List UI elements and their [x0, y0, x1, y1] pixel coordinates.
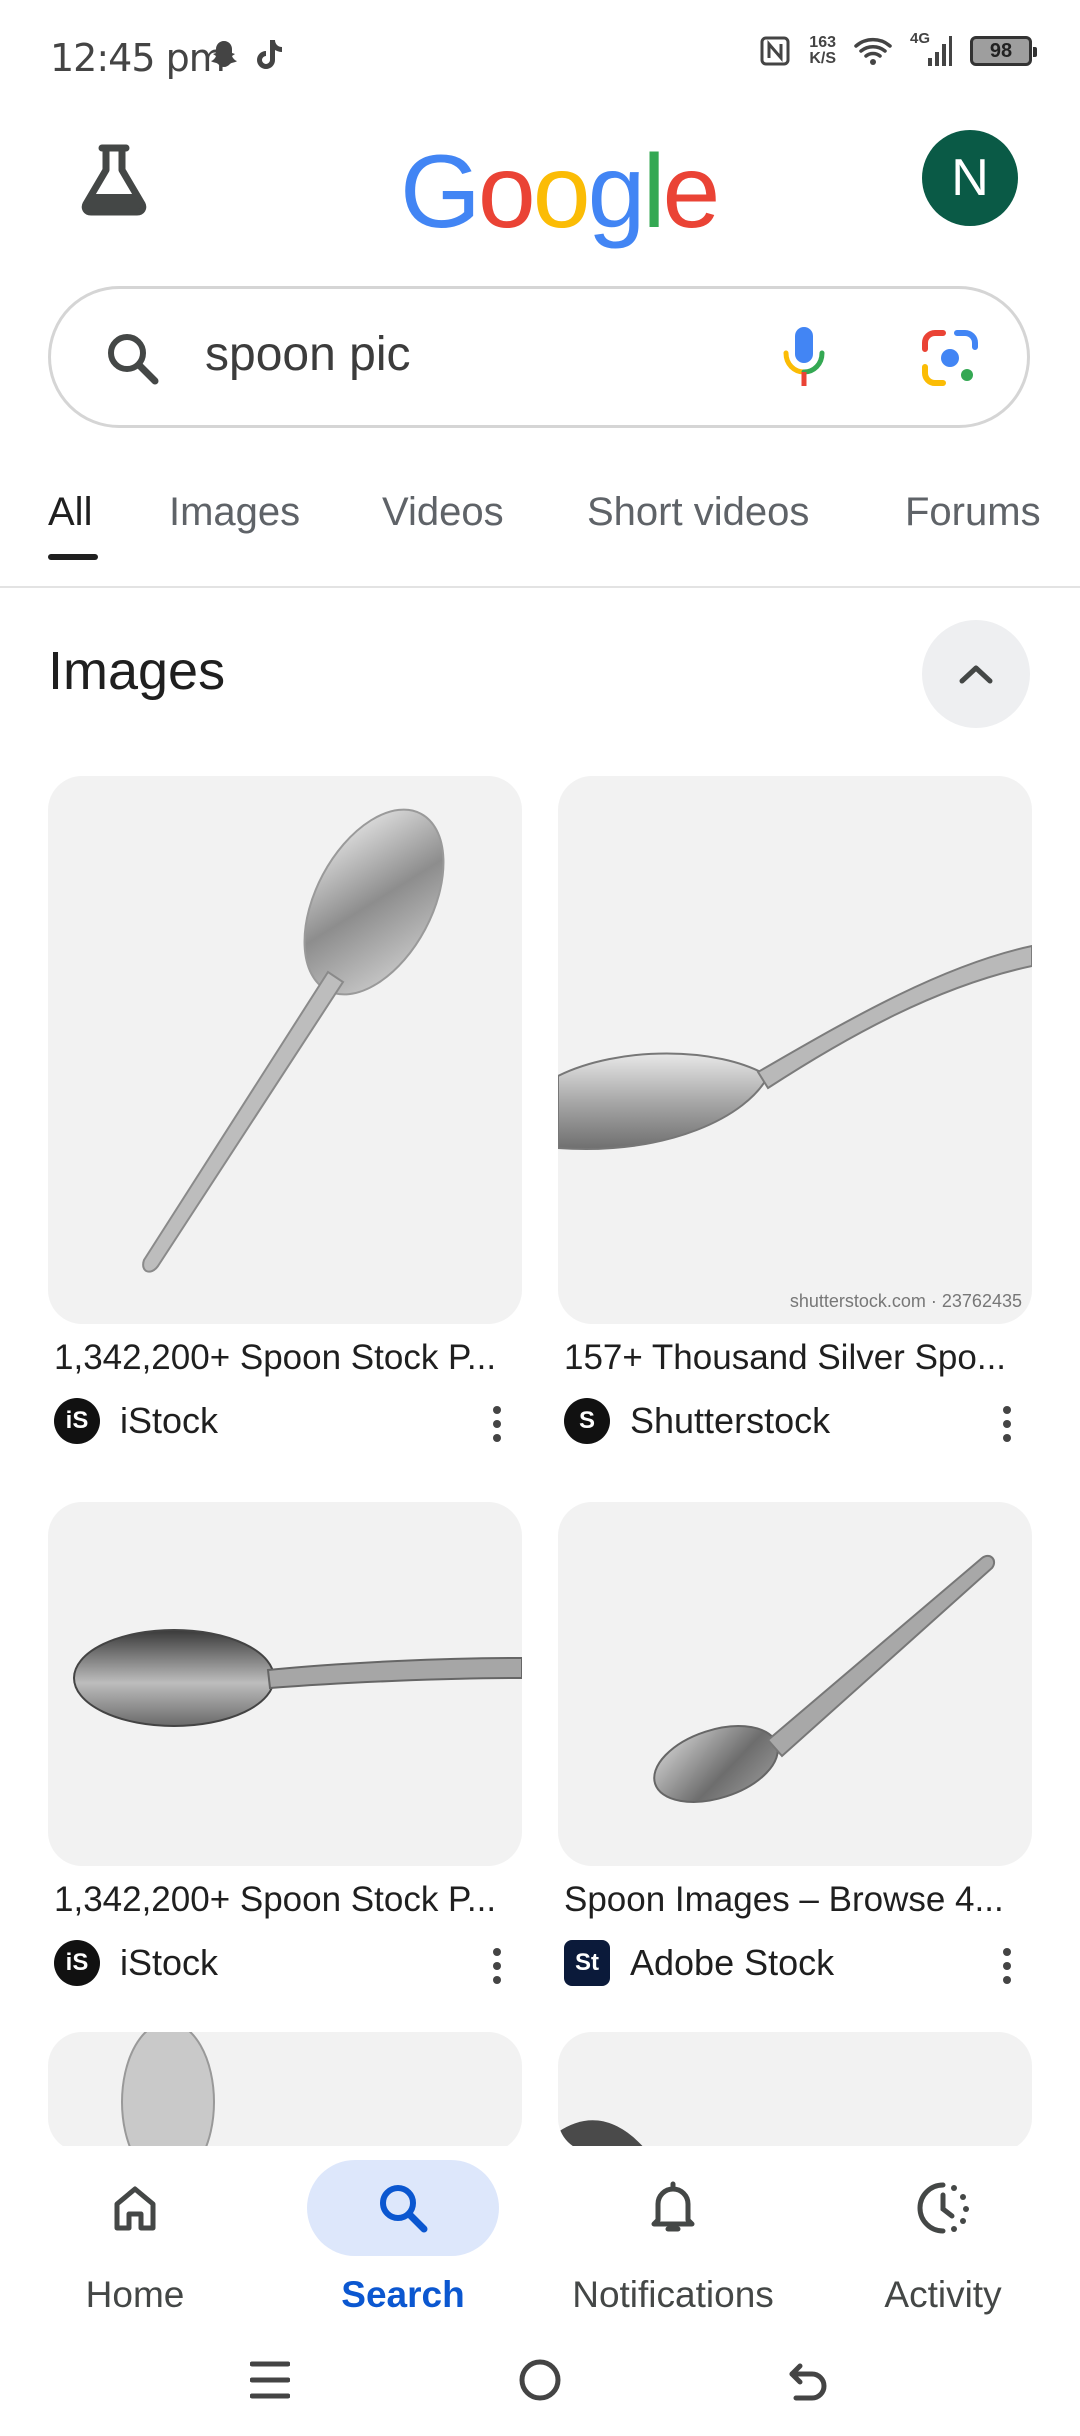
result-title[interactable]: 1,342,200+ Spoon Stock P... — [48, 1338, 522, 1378]
search-input[interactable]: spoon pic — [205, 327, 410, 382]
labs-flask-icon[interactable] — [74, 138, 154, 218]
logo-letter: l — [642, 134, 665, 250]
istock-logo-icon: iS — [54, 1940, 100, 1986]
cell-signal-icon: 4G — [910, 30, 952, 68]
result-thumbnail[interactable]: shutterstock.com · 2376243​5 — [558, 776, 1032, 1324]
status-time: 12:45 pm — [50, 36, 226, 80]
source-name: Adobe Stock — [630, 1942, 835, 1983]
spoon-image — [121, 2032, 215, 2152]
logo-letter: e — [662, 134, 721, 250]
collapse-button[interactable] — [922, 620, 1030, 728]
source-name: Shutterstock — [630, 1400, 831, 1441]
nav-home-pill — [39, 2160, 231, 2256]
logo-letter: o — [532, 134, 591, 250]
adobe-stock-logo-icon: St — [564, 1940, 610, 1986]
system-navigation-bar — [0, 2336, 1080, 2436]
status-right-icons: 163 K/S 4G 98 — [759, 30, 1037, 68]
result-source: St Adobe Stock — [558, 1940, 1032, 1986]
result-title[interactable]: Spoon Images – Browse 4... — [558, 1880, 1032, 1920]
source-name: iStock — [120, 1400, 219, 1441]
image-watermark: shutterstock.com · 2376243​5 — [789, 1291, 1022, 1311]
tab-images[interactable]: Images — [169, 490, 300, 535]
shutterstock-logo-icon: S — [564, 1398, 610, 1444]
tab-videos[interactable]: Videos — [382, 490, 504, 535]
tab-forums[interactable]: Forums — [905, 490, 1041, 535]
account-avatar[interactable]: N — [922, 130, 1018, 226]
more-options-icon[interactable] — [492, 1404, 502, 1444]
nav-activity[interactable]: Activity — [808, 2160, 1078, 2316]
home-icon — [114, 2186, 156, 2231]
logo-letter: o — [477, 134, 536, 250]
snapchat-icon — [211, 41, 237, 67]
istock-logo-icon: iS — [54, 1398, 100, 1444]
image-result[interactable]: shutterstock.com · 2376243​5 157+ Thousa… — [558, 776, 1032, 1444]
search-tabs: All Images Videos Short videos Forums — [0, 470, 1080, 588]
result-thumbnail[interactable] — [48, 2032, 522, 2152]
nav-home-label: Home — [85, 2274, 185, 2315]
source-name: iStock — [120, 1942, 219, 1983]
nav-home[interactable]: Home — [0, 2160, 270, 2316]
active-tab-indicator — [48, 554, 98, 560]
nav-search-label: Search — [341, 2274, 465, 2315]
nav-search-pill — [307, 2160, 499, 2256]
battery-indicator: 98 — [970, 36, 1037, 66]
nav-search[interactable]: Search — [268, 2160, 538, 2316]
image-result[interactable]: Spoon Images – Browse 4... St Adobe Stoc… — [558, 1502, 1032, 1986]
nfc-icon — [760, 36, 790, 66]
search-icon — [108, 334, 159, 385]
search-icon — [380, 2185, 428, 2233]
search-bar[interactable]: spoon pic — [48, 286, 1030, 428]
result-source: S Shutterstock — [558, 1398, 1032, 1444]
wifi-icon — [854, 38, 892, 65]
tab-short-videos[interactable]: Short videos — [587, 490, 809, 535]
chevron-up-icon — [959, 665, 993, 684]
tiktok-icon — [257, 40, 282, 69]
result-title[interactable]: 157+ Thousand Silver Spo... — [558, 1338, 1032, 1378]
google-lens-icon[interactable] — [919, 327, 981, 389]
nav-notifications-pill — [577, 2160, 769, 2256]
result-thumbnail[interactable] — [558, 2032, 1032, 2152]
result-source: iS iStock — [48, 1398, 522, 1444]
spoon-image — [558, 944, 1032, 1150]
tab-all[interactable]: All — [48, 490, 92, 535]
spoon-image — [142, 808, 445, 1273]
spoon-image — [653, 1554, 996, 1803]
google-logo: Google — [400, 140, 720, 244]
more-options-icon[interactable] — [492, 1946, 502, 1986]
image-result[interactable]: 1,342,200+ Spoon Stock P... iS iStock — [48, 1502, 522, 1986]
result-thumbnail[interactable] — [48, 776, 522, 1324]
nav-notifications-label: Notifications — [572, 2274, 774, 2315]
nav-notifications[interactable]: Notifications — [538, 2160, 808, 2316]
back-icon[interactable] — [786, 2358, 830, 2402]
spoon-image — [73, 1629, 522, 1727]
result-thumbnail[interactable] — [48, 1502, 522, 1866]
logo-letter: G — [400, 134, 481, 250]
home-circle-icon[interactable] — [518, 2358, 562, 2402]
activity-history-icon — [917, 2182, 969, 2234]
status-notification-icons — [208, 38, 284, 70]
image-result[interactable]: 1,342,200+ Spoon Stock P... iS iStock — [48, 776, 522, 1444]
result-thumbnail[interactable] — [558, 1502, 1032, 1866]
logo-letter: g — [587, 134, 646, 250]
microphone-icon[interactable] — [781, 325, 827, 389]
spoon-image — [558, 2120, 648, 2152]
more-options-icon[interactable] — [1002, 1946, 1012, 1986]
images-section-title: Images — [48, 641, 226, 701]
more-options-icon[interactable] — [1002, 1404, 1012, 1444]
bell-icon — [651, 2181, 695, 2232]
status-bar: 12:45 pm 163 K/S 4G 98 — [0, 0, 1080, 110]
net-speed: 163 K/S — [809, 34, 836, 67]
recent-apps-icon[interactable] — [250, 2358, 290, 2402]
nav-activity-pill — [847, 2160, 1039, 2256]
result-source: iS iStock — [48, 1940, 522, 1986]
result-title[interactable]: 1,342,200+ Spoon Stock P... — [48, 1880, 522, 1920]
nav-activity-label: Activity — [884, 2274, 1002, 2315]
